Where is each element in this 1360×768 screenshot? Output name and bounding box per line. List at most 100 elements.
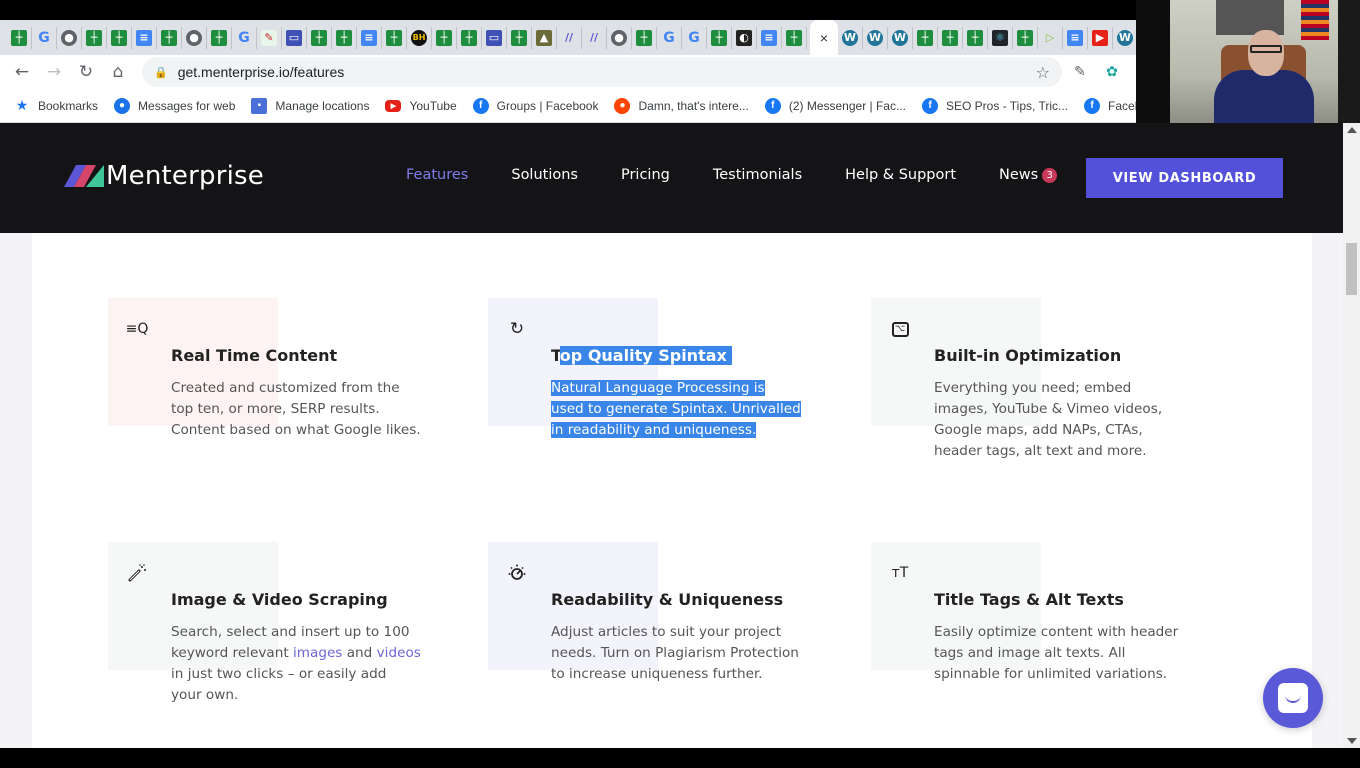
browser-tab[interactable]: ▶: [1091, 26, 1113, 49]
browser-tab[interactable]: ≡: [760, 26, 782, 49]
site-header: Menterprise Features Solutions Pricing T…: [0, 123, 1343, 233]
browser-tab[interactable]: W: [841, 26, 863, 49]
browser-tab[interactable]: ┼: [710, 26, 732, 49]
address-bar[interactable]: 🔒 get.menterprise.io/features ☆: [142, 57, 1062, 87]
browser-tab[interactable]: ┼: [435, 26, 457, 49]
bhw-icon: BH: [411, 29, 427, 46]
reddit-icon: ●: [614, 97, 631, 114]
bookmark-item[interactable]: f Groups | Facebook: [472, 97, 599, 114]
browser-tab[interactable]: ≡: [135, 26, 157, 49]
browser-tab[interactable]: ▷: [1041, 26, 1063, 49]
browser-tab[interactable]: W: [891, 26, 913, 49]
globe-icon: ●: [611, 29, 627, 46]
browser-tab[interactable]: ✎: [260, 26, 282, 49]
forms-icon: ▭: [486, 29, 502, 46]
images-link[interactable]: images: [293, 645, 342, 661]
bookmark-label: Damn, that's intere...: [638, 98, 749, 113]
bookmark-item[interactable]: ● Damn, that's intere...: [614, 97, 749, 114]
docs-icon: ≡: [361, 29, 377, 46]
home-button[interactable]: ⌂: [102, 56, 134, 88]
nav-features[interactable]: Features: [406, 167, 468, 183]
back-button[interactable]: ←: [6, 56, 38, 88]
active-tab-close-button[interactable]: ×: [810, 20, 838, 55]
menterprise-logo[interactable]: Menterprise: [64, 161, 264, 191]
nav-solutions[interactable]: Solutions: [511, 167, 578, 183]
extension-pen-icon[interactable]: ✎: [1066, 58, 1094, 86]
wordpress-icon: W: [842, 29, 858, 46]
google-icon: G: [38, 29, 50, 46]
browser-tab[interactable]: W: [1116, 26, 1138, 49]
browser-tab[interactable]: ┼: [335, 26, 357, 49]
bookmark-item[interactable]: f (2) Messenger | Fac...: [764, 97, 906, 114]
bookmark-item[interactable]: f SEO Pros - Tips, Tric...: [921, 97, 1068, 114]
nav-help-support[interactable]: Help & Support: [845, 167, 956, 183]
browser-tab[interactable]: G: [235, 26, 257, 49]
browser-tab[interactable]: ┼: [941, 26, 963, 49]
news-count-badge: 3: [1042, 167, 1058, 183]
page-scrollbar[interactable]: [1343, 123, 1360, 748]
bookmark-item[interactable]: ▶ YouTube: [385, 99, 457, 113]
videos-link[interactable]: videos: [377, 645, 421, 661]
forward-button[interactable]: →: [38, 56, 70, 88]
browser-tab[interactable]: ┼: [966, 26, 988, 49]
browser-tab[interactable]: G: [35, 26, 57, 49]
bookmark-star-icon[interactable]: ☆: [1036, 63, 1050, 82]
sheets-icon: ┼: [942, 29, 958, 46]
browser-tab[interactable]: ◐: [735, 26, 757, 49]
sheets-icon: ┼: [311, 29, 327, 46]
browser-tab[interactable]: //: [585, 26, 607, 49]
sheets-icon: ┼: [11, 29, 27, 46]
browser-tab[interactable]: ┼: [916, 26, 938, 49]
browser-tab[interactable]: BH: [410, 26, 432, 49]
browser-tab[interactable]: ▲: [535, 26, 557, 49]
browser-tab[interactable]: ┼: [310, 26, 332, 49]
browser-tab[interactable]: ▭: [485, 26, 507, 49]
browser-tab[interactable]: ≡: [360, 26, 382, 49]
extension-gear-icon[interactable]: ✿: [1098, 58, 1126, 86]
browser-tab[interactable]: W: [866, 26, 888, 49]
url-text[interactable]: get.menterprise.io/features: [178, 64, 345, 80]
feature-description: Easily optimize content with header tags…: [934, 624, 1179, 682]
bookmark-item[interactable]: ● Messages for web: [114, 97, 235, 114]
search-text-icon: ≡Q: [125, 321, 149, 337]
nav-news[interactable]: News 3: [999, 167, 1058, 183]
browser-tab[interactable]: G: [685, 26, 707, 49]
browser-tab[interactable]: ●: [610, 26, 632, 49]
browser-tab[interactable]: ⚛: [991, 26, 1013, 49]
scroll-up-arrow-icon[interactable]: [1347, 127, 1357, 133]
scroll-down-arrow-icon[interactable]: [1347, 738, 1357, 744]
features-grid: ≡Q Real Time Content Created and customi…: [32, 233, 1312, 748]
bookmark-item[interactable]: f Facebook: [1084, 97, 1136, 114]
browser-tab[interactable]: ┼: [1016, 26, 1038, 49]
browser-tab[interactable]: G: [660, 26, 682, 49]
browser-tab[interactable]: ▭: [285, 26, 307, 49]
menterprise-icon: //: [589, 31, 599, 44]
bookmark-item[interactable]: ▪ Manage locations: [251, 97, 369, 114]
browser-tab[interactable]: ●: [185, 26, 207, 49]
browser-tab[interactable]: ┼: [785, 26, 807, 49]
reload-button[interactable]: ↻: [70, 56, 102, 88]
browser-tab[interactable]: ┼: [10, 26, 32, 49]
browser-tab[interactable]: ┼: [510, 26, 532, 49]
facebook-icon: f: [764, 97, 781, 114]
play-icon: ▷: [1045, 31, 1055, 44]
browser-tab[interactable]: ┼: [110, 26, 132, 49]
nav-testimonials[interactable]: Testimonials: [713, 167, 802, 183]
scrollbar-thumb[interactable]: [1346, 243, 1357, 295]
chat-launcher-button[interactable]: [1263, 668, 1323, 728]
nav-pricing[interactable]: Pricing: [621, 167, 670, 183]
browser-tab[interactable]: ┼: [460, 26, 482, 49]
browser-tab[interactable]: ●: [60, 26, 82, 49]
browser-tab[interactable]: ≡: [1066, 26, 1088, 49]
docs-icon: ≡: [1067, 29, 1083, 46]
browser-tab[interactable]: ┼: [160, 26, 182, 49]
view-dashboard-button[interactable]: VIEW DASHBOARD: [1086, 158, 1283, 198]
bookmark-label: Groups | Facebook: [496, 98, 599, 113]
bookmark-item[interactable]: ★ Bookmarks: [14, 98, 98, 114]
browser-tab[interactable]: //: [560, 26, 582, 49]
browser-tab[interactable]: ┼: [210, 26, 232, 49]
browser-tab[interactable]: ┼: [85, 26, 107, 49]
feature-title: Real Time Content: [171, 346, 338, 365]
browser-tab[interactable]: ┼: [635, 26, 657, 49]
browser-tab[interactable]: ┼: [385, 26, 407, 49]
